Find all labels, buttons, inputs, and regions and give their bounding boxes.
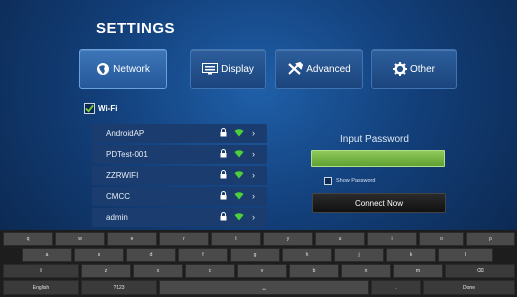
tab-display-label: Display [221,63,254,75]
tab-advanced[interactable]: Advanced [275,49,363,89]
password-panel-title: Input Password [340,134,409,145]
tab-display[interactable]: Display [190,49,266,89]
chevron-right-icon: › [252,170,255,180]
network-item[interactable]: AndroidAP › [92,124,267,143]
network-item[interactable]: CMCC › [92,187,267,206]
key-e[interactable]: e [107,232,157,246]
network-item[interactable]: admin › [92,208,267,227]
lock-icon [220,128,227,137]
network-ssid: CMCC [106,192,130,201]
key-x[interactable]: x [133,264,183,278]
wifi-signal-icon [234,150,244,158]
done-key[interactable]: Done [423,280,515,295]
show-password-toggle[interactable]: Show Password [324,177,375,185]
key-h[interactable]: h [282,248,332,262]
network-ssid: AndroidAP [106,129,145,138]
language-key[interactable]: English [3,280,79,295]
wifi-signal-icon [234,171,244,179]
key-j[interactable]: j [334,248,384,262]
password-input[interactable] [311,150,445,167]
key-d[interactable]: d [126,248,176,262]
period-key[interactable]: . [371,280,421,295]
network-item[interactable]: ZZRWIFI › [92,166,267,185]
lock-icon [220,212,227,221]
show-password-label: Show Password [336,178,376,184]
network-ssid: ZZRWIFI [106,171,139,180]
key-z[interactable]: z [81,264,131,278]
wifi-signal-icon [234,129,244,137]
key-t[interactable]: t [211,232,261,246]
tools-icon [287,62,304,76]
chevron-right-icon: › [252,149,255,159]
network-item[interactable]: PDTest-001 › [92,145,267,164]
tab-network-label: Network [113,63,150,75]
key-i[interactable]: i [367,232,417,246]
key-b[interactable]: b [289,264,339,278]
backspace-key[interactable]: ⌫ [445,264,515,278]
network-ssid: admin [106,213,128,222]
wifi-signal-icon [234,192,244,200]
gear-icon [392,62,407,76]
wifi-checkbox[interactable] [84,103,95,114]
wifi-signal-icon [234,213,244,221]
key-k[interactable]: k [386,248,436,262]
key-s[interactable]: s [74,248,124,262]
tab-other-label: Other [409,63,435,75]
key-c[interactable]: c [185,264,235,278]
chevron-right-icon: › [252,212,255,222]
key-a[interactable]: a [22,248,72,262]
key-r[interactable]: r [159,232,209,246]
symbols-key[interactable]: ?123 [81,280,157,295]
show-password-checkbox[interactable] [324,177,332,185]
checkmark-icon [85,104,94,113]
shift-key[interactable]: ⇧ [3,264,79,278]
onscreen-keyboard: q w e r t y u i o p a s d f g h j k l ⇧ … [0,230,517,297]
key-u[interactable]: u [315,232,365,246]
key-y[interactable]: y [263,232,313,246]
chevron-right-icon: › [252,191,255,201]
display-icon [202,63,219,75]
network-list: AndroidAP › PDTest-001 › ZZRWIFI › CMCC … [92,124,267,230]
key-q[interactable]: q [3,232,53,246]
globe-icon [96,62,110,76]
key-l[interactable]: l [438,248,493,262]
wifi-toggle[interactable]: Wi-Fi [84,103,117,114]
lock-icon [220,191,227,200]
chevron-right-icon: › [252,128,255,138]
lock-icon [220,170,227,179]
key-n[interactable]: n [341,264,391,278]
connect-now-button[interactable]: Connect Now [312,193,446,213]
key-p[interactable]: p [466,232,515,246]
settings-tabs: Network Display Advanced Other [79,49,457,89]
tab-advanced-label: Advanced [306,63,351,75]
network-ssid: PDTest-001 [106,150,148,159]
page-title: SETTINGS [96,20,176,37]
lock-icon [220,149,227,158]
settings-screen: SETTINGS Network Display Advanced Other [0,0,517,297]
key-w[interactable]: w [55,232,105,246]
key-m[interactable]: m [393,264,443,278]
tab-other[interactable]: Other [371,49,457,89]
key-v[interactable]: v [237,264,287,278]
tab-network[interactable]: Network [79,49,167,89]
key-f[interactable]: f [178,248,228,262]
key-g[interactable]: g [230,248,280,262]
space-key[interactable]: ␣ [159,280,369,295]
wifi-label: Wi-Fi [98,104,118,113]
key-o[interactable]: o [419,232,464,246]
